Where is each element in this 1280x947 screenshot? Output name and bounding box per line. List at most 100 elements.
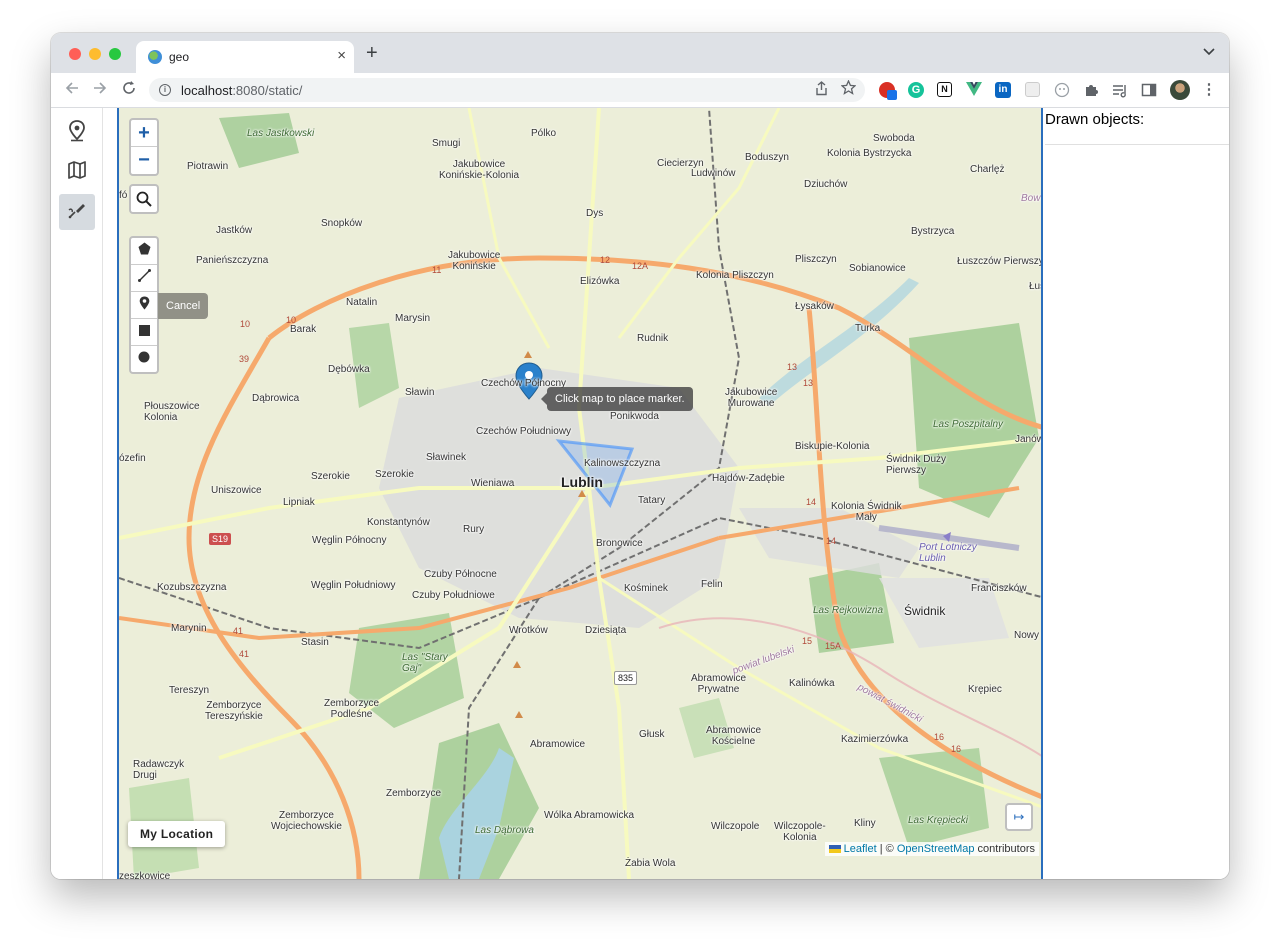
road-number: 15 xyxy=(802,636,813,646)
notion-icon[interactable]: N xyxy=(937,82,952,97)
map-attribution: Leaflet | © OpenStreetMap contributors xyxy=(824,842,1039,856)
place-label: Dębówka xyxy=(328,364,370,375)
place-label: Kolonia Świdnik Mały xyxy=(831,501,902,523)
airport-label: Port Lotniczy Lublin xyxy=(919,542,977,564)
minimize-window-button[interactable] xyxy=(89,48,101,60)
place-label: Snopków xyxy=(321,218,363,229)
place-label: Głusk xyxy=(639,729,665,740)
expand-panel-button[interactable]: ↦ xyxy=(1005,803,1033,831)
place-label: Ludwinów xyxy=(691,168,736,179)
reading-list-icon[interactable] xyxy=(1112,82,1128,98)
circle-icon xyxy=(138,350,150,368)
road-number: 41 xyxy=(239,649,250,659)
more-menu-icon[interactable]: ⋮ xyxy=(1201,82,1217,98)
page-content: Lublin Kalinowszczyzna Czechów Północny … xyxy=(51,108,1229,879)
new-tab-button[interactable]: + xyxy=(366,43,378,63)
place-label: Bystrzyca xyxy=(911,226,955,237)
place-label: Charlęż xyxy=(970,164,1005,175)
forest-label: Las Dąbrowa xyxy=(475,825,534,836)
place-label: Jakubowice Konińskie-Kolonia xyxy=(439,159,520,181)
browser-tab[interactable]: geo × xyxy=(136,41,354,73)
road-number: 13 xyxy=(787,362,798,372)
osm-link[interactable]: OpenStreetMap xyxy=(897,843,975,855)
chevron-down-icon[interactable] xyxy=(1203,47,1215,59)
place-label: Marysin xyxy=(395,313,431,324)
grammarly-icon[interactable]: G xyxy=(908,82,924,98)
draw-circle-button[interactable] xyxy=(131,346,157,372)
place-label: Abramowice Kościelne xyxy=(706,725,762,747)
draw-polyline-button[interactable] xyxy=(131,265,157,292)
map-view[interactable]: Lublin Kalinowszczyzna Czechów Północny … xyxy=(117,108,1043,879)
draw-marker-button[interactable] xyxy=(131,292,157,319)
place-label: Zemborzyce Wojciechowskie xyxy=(271,810,342,832)
zoom-in-button[interactable]: + xyxy=(131,120,157,147)
browser-toolbar: i localhost:8080/static/ G N in ⋮ xyxy=(51,73,1229,108)
place-label: Kalinówka xyxy=(789,678,835,689)
draw-polygon-button[interactable] xyxy=(131,238,157,265)
panel-title: Drawn objects: xyxy=(1045,111,1145,128)
place-label: Wilczopole- Kolonia xyxy=(774,821,826,843)
close-window-button[interactable] xyxy=(69,48,81,60)
district-label: Szerokie xyxy=(375,469,414,480)
place-label: Radawczyk Drugi xyxy=(133,759,185,781)
forest-label: Las Rejkowizna xyxy=(813,605,884,616)
tab-close-icon[interactable]: × xyxy=(337,47,346,64)
reload-icon[interactable] xyxy=(122,81,136,99)
vue-devtools-icon[interactable] xyxy=(966,82,982,98)
forest-label: Las Krępiecki xyxy=(908,815,969,826)
linkedin-icon[interactable]: in xyxy=(995,82,1011,98)
polygon-icon xyxy=(138,242,151,260)
draw-toolbar xyxy=(129,236,159,374)
address-bar[interactable]: i localhost:8080/static/ xyxy=(149,78,865,102)
extension-face-icon[interactable] xyxy=(1054,82,1070,98)
forest-label: Las "Stary Gaj" xyxy=(402,652,448,674)
district-label: Hajdów-Zadębie xyxy=(712,473,785,484)
cancel-drawing-button[interactable]: Cancel xyxy=(158,293,209,319)
forward-arrow-icon[interactable] xyxy=(93,81,107,99)
back-arrow-icon[interactable] xyxy=(65,81,79,99)
my-location-button[interactable]: My Location xyxy=(128,821,226,847)
ukraine-flag-icon xyxy=(828,845,841,854)
place-label: Zemborzyce xyxy=(386,788,442,799)
map-search-button[interactable] xyxy=(129,184,159,214)
site-info-icon[interactable]: i xyxy=(159,84,171,96)
place-label: Łysaków xyxy=(795,301,834,312)
sidebar-item-location[interactable] xyxy=(59,115,95,151)
map-pin-icon xyxy=(68,119,86,147)
place-label: Wólka Abramowicka xyxy=(544,810,635,821)
place-label: zeszkowice xyxy=(119,871,171,879)
puzzle-extensions-icon[interactable] xyxy=(1083,82,1099,98)
forest-label: Las Poszpitalny xyxy=(933,419,1004,430)
district-label: Sławinek xyxy=(426,452,467,463)
sidebar-item-map[interactable] xyxy=(59,154,95,190)
profile-avatar[interactable] xyxy=(1170,80,1190,100)
forest-label: Las Jastkowski xyxy=(247,128,315,139)
road-number: 12 xyxy=(600,255,611,265)
place-label: Płouszowice Kolonia xyxy=(144,401,200,423)
district-label: Felin xyxy=(701,579,723,590)
browser-window: geo × + i localhost:8080/static/ G N in … xyxy=(51,33,1229,879)
draw-rectangle-button[interactable] xyxy=(131,319,157,346)
extension-grid-icon[interactable] xyxy=(1025,82,1040,97)
zoom-out-button[interactable]: − xyxy=(131,147,157,173)
sidebar-item-draw[interactable] xyxy=(59,194,95,230)
share-icon[interactable] xyxy=(815,81,828,99)
road-number: 41 xyxy=(233,626,244,636)
map-icon xyxy=(67,160,87,185)
draw-tools-icon xyxy=(67,200,87,225)
place-label: Jakubowice Konińskie xyxy=(448,250,501,272)
maximize-window-button[interactable] xyxy=(109,48,121,60)
district-label: Kośminek xyxy=(624,583,668,594)
road-number: 16 xyxy=(951,744,962,754)
bookmark-star-icon[interactable] xyxy=(840,79,857,99)
leaflet-link[interactable]: Leaflet xyxy=(844,843,877,855)
place-label: Abramowice Prywatne xyxy=(691,673,747,695)
place-label: Jastków xyxy=(216,225,253,236)
road-number: 10 xyxy=(286,315,297,325)
district-label: Kalinowszczyzna xyxy=(584,458,661,469)
place-label: Biskupie-Kolonia xyxy=(795,441,870,452)
side-panel-icon[interactable] xyxy=(1141,82,1157,98)
place-label: Łus xyxy=(1029,281,1041,292)
place-label: Żabia Wola xyxy=(625,858,676,869)
zoom-control: + − xyxy=(129,118,159,176)
